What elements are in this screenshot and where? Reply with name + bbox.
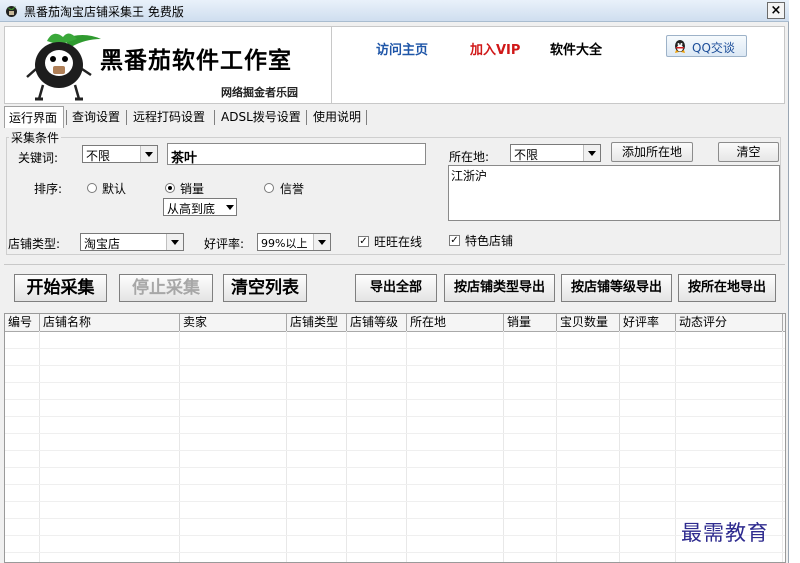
stop-collect-button[interactable]: 停止采集 bbox=[119, 274, 213, 302]
sort-default-label: 默认 bbox=[102, 182, 127, 196]
export-by-level-button[interactable]: 按店铺等级导出 bbox=[561, 274, 672, 302]
chevron-down-icon bbox=[583, 145, 600, 161]
column-header-id[interactable]: 编号 bbox=[5, 314, 40, 331]
chevron-down-icon bbox=[313, 234, 330, 250]
keyword-input[interactable]: 茶叶 bbox=[167, 143, 426, 166]
export-by-type-button[interactable]: 按店铺类型导出 bbox=[444, 274, 555, 302]
start-collect-button[interactable]: 开始采集 bbox=[14, 274, 107, 302]
divider bbox=[4, 264, 785, 265]
grid-line bbox=[5, 467, 785, 468]
tab-separator bbox=[126, 110, 127, 125]
grid-line bbox=[5, 416, 785, 417]
tab-query-settings[interactable]: 查询设置 bbox=[68, 107, 124, 127]
location-value: 不限 bbox=[514, 148, 539, 162]
tomato-mascot-logo bbox=[26, 33, 101, 101]
featured-shop-label: 特色店铺 bbox=[465, 234, 514, 248]
grid-line bbox=[5, 501, 785, 502]
column-header-shop-type[interactable]: 店铺类型 bbox=[287, 314, 347, 331]
export-by-location-button[interactable]: 按所在地导出 bbox=[678, 274, 776, 302]
grid-line bbox=[5, 535, 785, 536]
table-header: 编号 店铺名称 卖家 店铺类型 店铺等级 所在地 销量 宝贝数量 好评率 动态评… bbox=[5, 314, 785, 332]
chevron-down-icon bbox=[224, 199, 236, 215]
column-header-rating[interactable]: 好评率 bbox=[620, 314, 676, 331]
keyword-scope-select[interactable]: 不限 bbox=[82, 145, 158, 163]
tab-run[interactable]: 运行界面 bbox=[4, 106, 64, 128]
column-header-shop-name[interactable]: 店铺名称 bbox=[40, 314, 180, 331]
column-header-seller[interactable]: 卖家 bbox=[180, 314, 287, 331]
clear-list-button[interactable]: 清空列表 bbox=[223, 274, 307, 302]
software-list-link[interactable]: 软件大全 bbox=[550, 39, 602, 58]
wangwang-online-checkbox[interactable]: ✓ bbox=[358, 236, 369, 247]
studio-slogan: 网络掘金者乐园 bbox=[221, 86, 298, 99]
sort-sales-label: 销量 bbox=[180, 182, 205, 196]
group-title: 采集条件 bbox=[9, 129, 62, 146]
shop-type-label: 店铺类型: bbox=[8, 237, 61, 251]
sort-order-select[interactable]: 从高到底 bbox=[163, 198, 237, 216]
clear-location-button[interactable]: 清空 bbox=[718, 142, 779, 162]
rating-value: 99%以上 bbox=[261, 237, 308, 250]
tab-remote-captcha-settings[interactable]: 远程打码设置 bbox=[129, 107, 209, 127]
column-header-sales[interactable]: 销量 bbox=[504, 314, 557, 331]
watermark-text: 最需教育 bbox=[681, 521, 769, 545]
grid-line bbox=[5, 552, 785, 553]
app-window: 黑番茄淘宝店铺采集王 免费版 × 黑番茄软件工作室 网络掘金者乐园 访问主页 加… bbox=[0, 0, 789, 563]
grid-line bbox=[5, 365, 785, 366]
chevron-down-icon bbox=[166, 234, 183, 250]
chevron-down-icon bbox=[140, 146, 157, 162]
tab-separator bbox=[66, 110, 67, 125]
sort-credit-label: 信誉 bbox=[280, 182, 305, 196]
qq-penguin-icon bbox=[675, 40, 685, 53]
shop-type-value: 淘宝店 bbox=[84, 237, 121, 251]
tab-separator bbox=[214, 110, 215, 125]
rating-select[interactable]: 99%以上 bbox=[257, 233, 331, 251]
qq-chat-label: QQ交谈 bbox=[692, 41, 735, 55]
keyword-label: 关键词: bbox=[18, 151, 59, 165]
shop-results-table[interactable]: 编号 店铺名称 卖家 店铺类型 店铺等级 所在地 销量 宝贝数量 好评率 动态评… bbox=[4, 313, 786, 563]
tomato-app-icon bbox=[6, 6, 17, 17]
sort-credit-radio[interactable] bbox=[264, 183, 274, 193]
grid-line bbox=[5, 518, 785, 519]
featured-shop-checkbox[interactable]: ✓ bbox=[449, 235, 460, 246]
wangwang-online-label: 旺旺在线 bbox=[374, 235, 423, 249]
tab-separator bbox=[306, 110, 307, 125]
keyword-input-value: 茶叶 bbox=[171, 151, 198, 166]
sort-sales-radio[interactable] bbox=[165, 183, 175, 193]
banner: 黑番茄软件工作室 网络掘金者乐园 访问主页 加入VIP 软件大全 QQ交谈 bbox=[4, 26, 785, 104]
tab-instructions[interactable]: 使用说明 bbox=[309, 107, 365, 127]
location-select[interactable]: 不限 bbox=[510, 144, 601, 162]
tab-separator bbox=[366, 110, 367, 125]
rating-label: 好评率: bbox=[204, 237, 245, 251]
shop-type-select[interactable]: 淘宝店 bbox=[80, 233, 184, 251]
location-label: 所在地: bbox=[449, 150, 490, 164]
keyword-scope-value: 不限 bbox=[86, 149, 111, 163]
column-header-shop-level[interactable]: 店铺等级 bbox=[347, 314, 407, 331]
visit-homepage-link[interactable]: 访问主页 bbox=[376, 39, 428, 58]
window-title: 黑番茄淘宝店铺采集王 免费版 bbox=[24, 5, 184, 19]
sort-default-radio[interactable] bbox=[87, 183, 97, 193]
grid-line bbox=[5, 399, 785, 400]
grid-line bbox=[5, 484, 785, 485]
export-all-button[interactable]: 导出全部 bbox=[355, 274, 437, 302]
column-header-item-count[interactable]: 宝贝数量 bbox=[557, 314, 620, 331]
sort-label: 排序: bbox=[34, 182, 63, 196]
location-list[interactable]: 江浙沪 bbox=[448, 165, 780, 221]
title-bar: 黑番茄淘宝店铺采集王 免费版 × bbox=[0, 0, 789, 22]
column-header-dynamic-score[interactable]: 动态评分 bbox=[676, 314, 783, 331]
grid-line bbox=[5, 433, 785, 434]
tab-adsl-settings[interactable]: ADSL拨号设置 bbox=[217, 107, 305, 127]
column-header-location[interactable]: 所在地 bbox=[407, 314, 504, 331]
close-button[interactable]: × bbox=[767, 2, 785, 19]
logo-area: 黑番茄软件工作室 网络掘金者乐园 bbox=[5, 27, 332, 103]
grid-line bbox=[5, 382, 785, 383]
qq-chat-button[interactable]: QQ交谈 bbox=[666, 35, 747, 57]
grid-line bbox=[5, 450, 785, 451]
join-vip-link[interactable]: 加入VIP bbox=[470, 39, 520, 58]
add-location-button[interactable]: 添加所在地 bbox=[611, 142, 693, 162]
location-list-item[interactable]: 江浙沪 bbox=[451, 167, 487, 184]
studio-title: 黑番茄软件工作室 bbox=[100, 48, 292, 74]
sort-order-value: 从高到底 bbox=[167, 202, 216, 216]
grid-line bbox=[5, 348, 785, 349]
